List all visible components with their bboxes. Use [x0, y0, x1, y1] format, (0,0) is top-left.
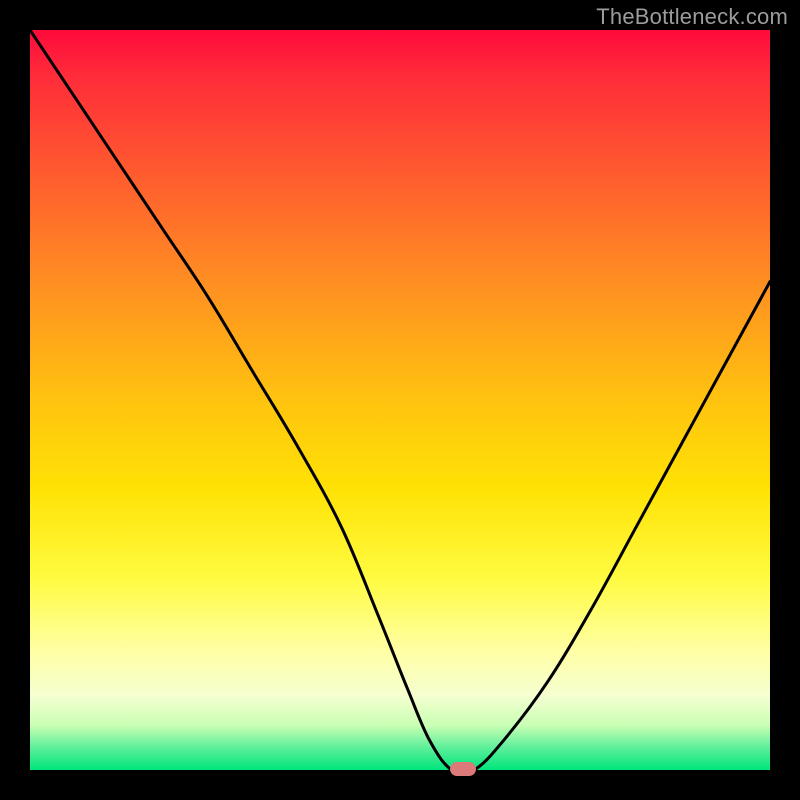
bottleneck-curve	[30, 30, 770, 770]
watermark-text: TheBottleneck.com	[596, 4, 788, 30]
bottleneck-marker	[450, 762, 476, 776]
chart-frame: TheBottleneck.com	[0, 0, 800, 800]
plot-area	[30, 30, 770, 770]
